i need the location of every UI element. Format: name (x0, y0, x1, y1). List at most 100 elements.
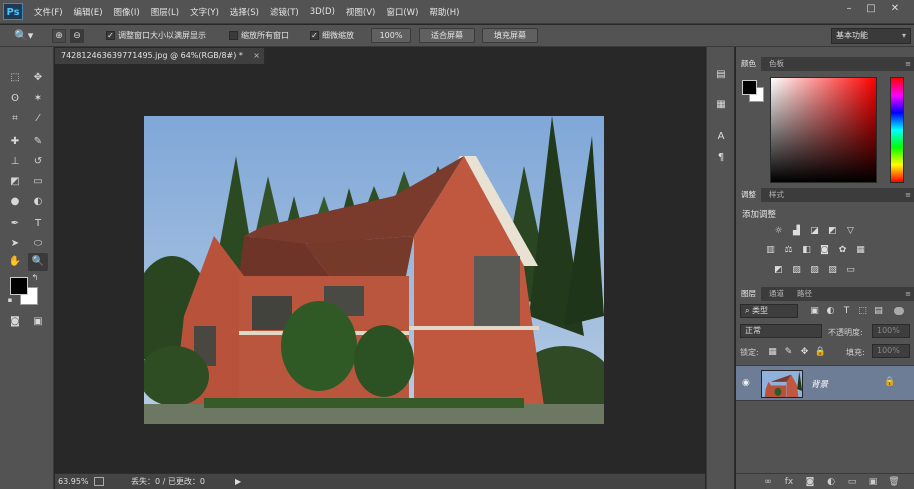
status-menu-arrow-icon[interactable]: ▶ (235, 474, 241, 489)
opacity-input[interactable]: 100% (872, 324, 910, 338)
character-panel-icon[interactable]: A (713, 129, 729, 145)
zoom-out-icon[interactable]: ⊖ (70, 29, 84, 43)
menu-view[interactable]: 视图(V) (346, 6, 375, 18)
fit-screen-button[interactable]: 适合屏幕 (419, 28, 475, 43)
default-colors-icon[interactable]: ▪ (5, 295, 15, 305)
move-tool-icon[interactable]: ✥ (28, 69, 48, 87)
lasso-tool-icon[interactable]: ʘ (5, 90, 25, 108)
lock-transparent-icon[interactable]: ▦ (766, 347, 779, 358)
tab-adjustments[interactable]: 调整 (736, 188, 761, 202)
layer-row[interactable]: ◉ 背景 🔒 (736, 365, 914, 401)
document-tab[interactable]: 7428124636397714​95.jpg @ 64%(RGB/8#) * … (55, 48, 265, 64)
selective-color-icon[interactable]: ▭ (844, 265, 857, 276)
panel-menu-icon[interactable]: ≡ (905, 60, 911, 68)
history-panel-icon[interactable]: ▤ (713, 67, 729, 83)
filter-adjust-icon[interactable]: ◐ (824, 306, 837, 317)
zoom-tool-preset-icon[interactable]: 🔍▾ (14, 29, 42, 43)
curves-icon[interactable]: ◪ (808, 226, 821, 237)
menu-3d[interactable]: 3D(D) (310, 7, 335, 17)
threshold-icon[interactable]: ▨ (808, 265, 821, 276)
menu-layer[interactable]: 图层(L) (151, 6, 179, 18)
clone-stamp-icon[interactable]: ⊥ (5, 153, 25, 171)
zoom-level[interactable]: 63.95% (58, 474, 89, 489)
visibility-eye-icon[interactable]: ◉ (742, 378, 750, 388)
fill-input[interactable]: 100% (872, 344, 910, 358)
fill-screen-button[interactable]: 填充屏幕 (482, 28, 538, 43)
close-icon[interactable]: ✕ (886, 2, 904, 16)
crop-tool-icon[interactable]: ⌗ (5, 110, 25, 128)
layer-style-icon[interactable]: fx (783, 476, 795, 488)
tab-color[interactable]: 颜色 (736, 57, 761, 71)
resize-windows-checkbox[interactable]: ✓ (106, 31, 115, 40)
menu-filter[interactable]: 滤镜(T) (270, 6, 299, 18)
tab-channels[interactable]: 通道 (764, 287, 789, 301)
screen-mode-icon[interactable]: ▣ (28, 313, 48, 331)
posterize-icon[interactable]: ▨ (790, 265, 803, 276)
new-adjustment-icon[interactable]: ◐ (825, 476, 837, 488)
zoom-tool-icon[interactable]: 🔍 (28, 253, 48, 271)
new-group-icon[interactable]: ▭ (846, 476, 858, 488)
actions-panel-icon[interactable]: ▦ (713, 97, 729, 113)
marquee-tool-icon[interactable]: ⬚ (5, 69, 25, 87)
filter-type-icon[interactable]: T (840, 306, 853, 317)
minimize-icon[interactable]: – (840, 2, 858, 16)
channel-mixer-icon[interactable]: ✿ (836, 245, 849, 256)
delete-layer-icon[interactable]: 🗑 (888, 476, 900, 488)
swap-colors-icon[interactable]: ↰ (29, 272, 41, 284)
tab-swatches[interactable]: 色板 (764, 57, 789, 71)
blend-mode-select[interactable]: 正常 (740, 324, 822, 338)
zoom-in-icon[interactable]: ⊕ (52, 29, 66, 43)
color-lookup-icon[interactable]: ▦ (854, 245, 867, 256)
foreground-color-swatch[interactable] (742, 80, 757, 95)
add-mask-icon[interactable]: ◙ (804, 476, 816, 488)
lock-all-icon[interactable]: 🔒 (814, 347, 827, 358)
actual-pixels-button[interactable]: 100% (371, 28, 411, 43)
invert-icon[interactable]: ◩ (772, 265, 785, 276)
healing-brush-icon[interactable]: ✚ (5, 133, 25, 151)
workspace-select[interactable]: 基本功能 ▾ (831, 28, 911, 44)
filter-pixel-icon[interactable]: ▣ (808, 306, 821, 317)
hue-saturation-icon[interactable]: ▥ (764, 245, 777, 256)
scrubby-zoom-checkbox[interactable]: ✓ (310, 31, 319, 40)
panel-menu-icon[interactable]: ≡ (905, 191, 911, 199)
brush-tool-icon[interactable]: ✎ (28, 133, 48, 151)
filter-smart-icon[interactable]: ▤ (872, 306, 885, 317)
panel-menu-icon[interactable]: ≡ (905, 290, 911, 298)
levels-icon[interactable]: ▟ (790, 226, 803, 237)
hue-slider[interactable] (890, 77, 904, 183)
dodge-tool-icon[interactable]: ◐ (28, 193, 48, 211)
maximize-icon[interactable]: □ (862, 2, 880, 16)
vibrance-icon[interactable]: ▽ (844, 226, 857, 237)
menu-type[interactable]: 文字(Y) (190, 6, 219, 18)
gradient-tool-icon[interactable]: ▭ (28, 173, 48, 191)
exposure-icon[interactable]: ◩ (826, 226, 839, 237)
pen-tool-icon[interactable]: ✒ (5, 215, 25, 233)
export-icon[interactable] (94, 477, 104, 486)
menu-image[interactable]: 图像(I) (114, 6, 140, 18)
menu-window[interactable]: 窗口(W) (386, 6, 418, 18)
link-layers-icon[interactable]: ∞ (762, 476, 774, 488)
color-balance-icon[interactable]: ⚖ (782, 245, 795, 256)
filter-shape-icon[interactable]: ⬚ (856, 306, 869, 317)
history-brush-icon[interactable]: ↺ (28, 153, 48, 171)
layer-name[interactable]: 背景 (811, 378, 828, 390)
menu-file[interactable]: 文件(F) (34, 6, 63, 18)
menu-edit[interactable]: 编辑(E) (74, 6, 103, 18)
tab-layers[interactable]: 图层 (736, 287, 761, 301)
brightness-icon[interactable]: ☼ (772, 226, 785, 237)
eraser-icon[interactable]: ◩ (5, 173, 25, 191)
filter-toggle[interactable] (894, 307, 904, 315)
magic-wand-icon[interactable]: ✶ (28, 90, 48, 108)
paragraph-panel-icon[interactable]: ¶ (713, 150, 729, 166)
hand-tool-icon[interactable]: ✋ (5, 253, 25, 271)
eyedropper-icon[interactable]: ⁄ (28, 110, 48, 128)
ellipse-tool-icon[interactable]: ⬭ (28, 235, 48, 253)
lock-image-icon[interactable]: ✎ (782, 347, 795, 358)
color-picker-field[interactable] (770, 77, 877, 183)
path-selection-icon[interactable]: ➤ (5, 235, 25, 253)
lock-position-icon[interactable]: ✥ (798, 347, 811, 358)
quick-mask-icon[interactable]: ◙ (5, 313, 25, 331)
zoom-all-windows-checkbox[interactable] (229, 31, 238, 40)
black-white-icon[interactable]: ◧ (800, 245, 813, 256)
close-document-icon[interactable]: × (253, 48, 260, 64)
